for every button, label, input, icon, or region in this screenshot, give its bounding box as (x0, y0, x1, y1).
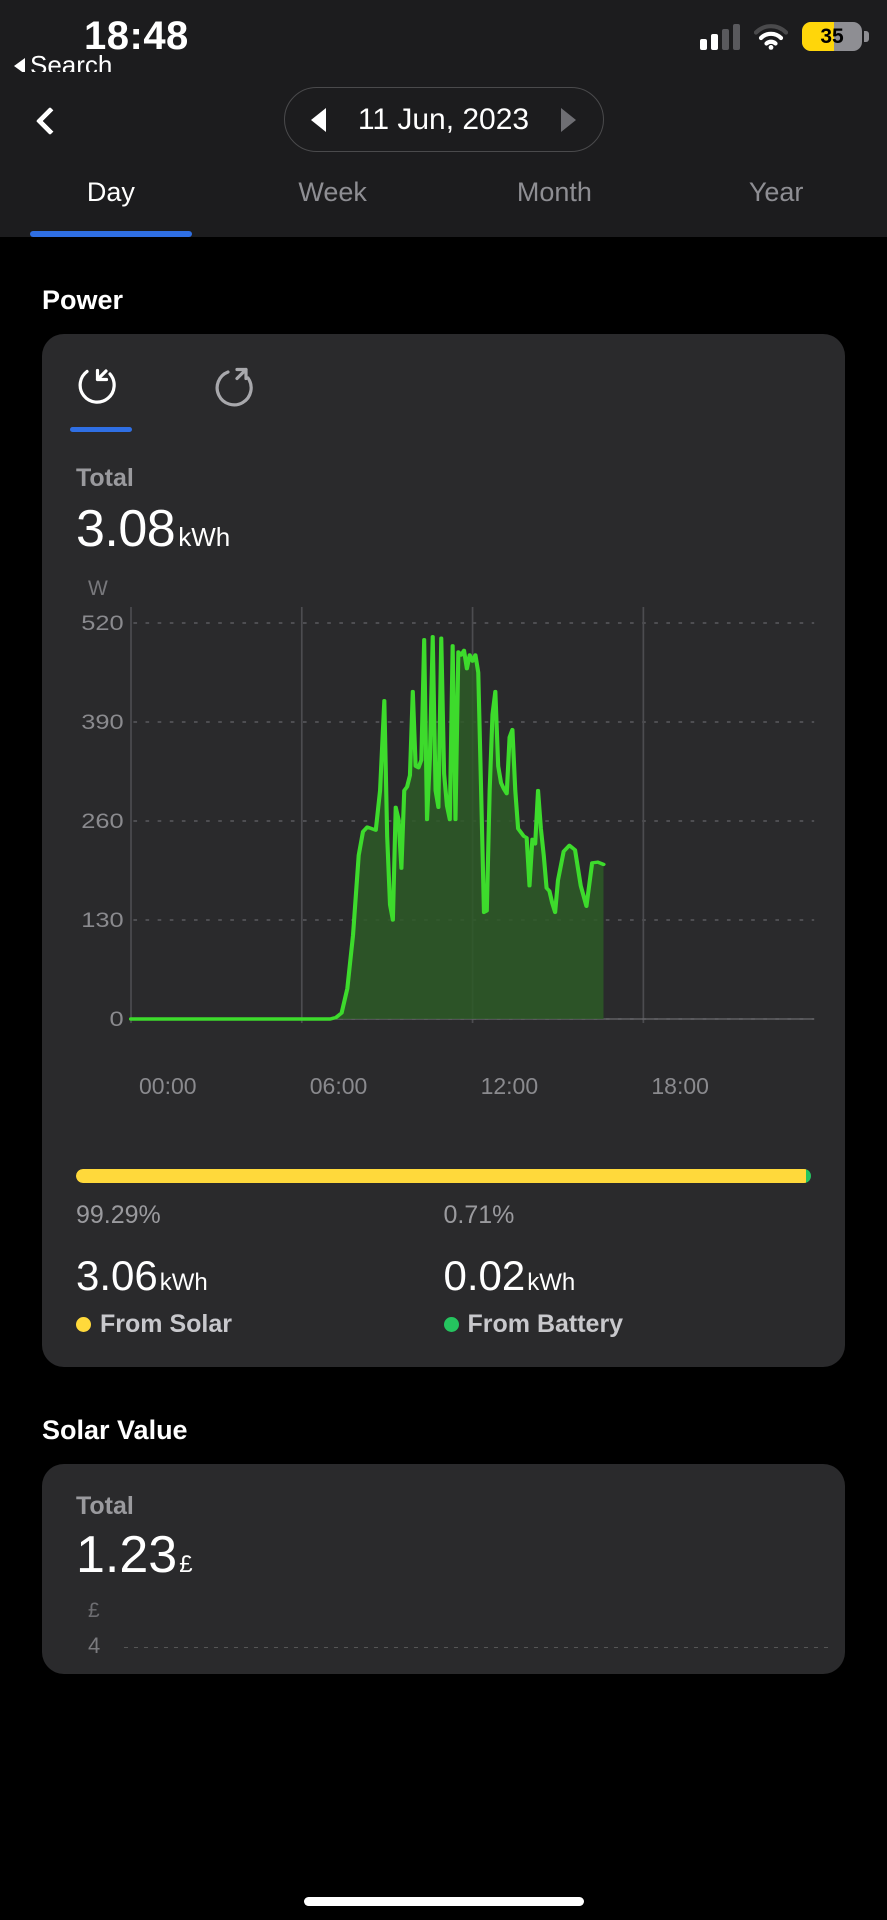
svg-text:130: 130 (81, 908, 123, 931)
chart-x-axis-labels: 00:00 06:00 12:00 18:00 (68, 1073, 819, 1113)
battery-legend-label: From Battery (467, 1310, 624, 1338)
wifi-icon (753, 23, 789, 50)
power-chart-container: W 0 130 260 390 520 00:00 06:00 12:00 18:00 (68, 577, 819, 1113)
chart-x-tick-3: 18:00 (651, 1073, 709, 1099)
tab-year[interactable]: Year (665, 172, 887, 237)
solar-legend-label: From Solar (100, 1310, 232, 1338)
chart-x-tick-2: 12:00 (480, 1073, 539, 1099)
solar-value-gridline (124, 1647, 829, 1648)
back-button[interactable] (28, 94, 72, 148)
battery-nub-icon (864, 31, 869, 42)
power-total-number: 3.08 (76, 500, 176, 558)
power-section-title: Power (42, 285, 124, 315)
battery-source-column: 0.02 kWh From Battery (443, 1252, 812, 1339)
status-bar: 18:48 Search 35 (0, 0, 887, 80)
rotate-arrow-in-icon (78, 368, 116, 404)
power-card: Total 3.08 kWh W 0 130 260 390 520 00:00 06:0… (42, 334, 845, 1367)
battery-legend: From Battery (443, 1310, 812, 1339)
tab-day[interactable]: Day (0, 172, 222, 237)
date-selector[interactable]: 11 Jun, 2023 (283, 87, 604, 152)
tab-consumption[interactable] (70, 364, 138, 432)
tab-month[interactable]: Month (444, 172, 666, 237)
chart-x-tick-1: 06:00 (309, 1073, 368, 1099)
navigation-bar: 11 Jun, 2023 (0, 72, 887, 172)
cellular-signal-icon (700, 23, 740, 50)
split-bar-solar (76, 1169, 806, 1183)
solar-legend: From Solar (76, 1310, 444, 1339)
battery-legend-dot (443, 1317, 459, 1332)
status-icons: 35 (700, 22, 869, 51)
solar-value-currency: £ (179, 1551, 193, 1578)
period-tabs: Day Week Month Year (0, 172, 887, 237)
tab-day-label: Day (86, 177, 135, 207)
source-percent-row: 99.29% 0.71% (68, 1201, 819, 1230)
flow-direction-tabs (68, 364, 819, 432)
selected-date: 11 Jun, 2023 (357, 102, 530, 136)
solar-value-total-label: Total (76, 1492, 134, 1520)
chart-y-axis-unit: W (88, 577, 108, 600)
solar-value-total: 1.23 £ (68, 1525, 819, 1585)
solar-source-column: 3.06 kWh From Solar (76, 1252, 444, 1339)
chart-x-tick-0: 00:00 (138, 1073, 197, 1099)
power-total-label: Total (76, 464, 134, 492)
tab-week-label: Week (298, 177, 367, 207)
next-day-button[interactable] (561, 107, 577, 132)
solar-value-number: 3.06 (76, 1252, 158, 1299)
solar-value-axis-unit: £ (88, 1599, 100, 1622)
battery-value-unit: kWh (527, 1269, 576, 1296)
split-bar-battery (805, 1169, 811, 1183)
previous-day-button[interactable] (310, 107, 326, 132)
tab-week[interactable]: Week (222, 172, 444, 237)
battery-icon: 35 (802, 22, 862, 51)
solar-legend-dot (76, 1317, 91, 1332)
solar-value-number: 1.23 (76, 1526, 178, 1584)
tab-month-label: Month (516, 177, 592, 207)
battery-value: 0.02 kWh (444, 1252, 812, 1300)
battery-percent: 35 (820, 25, 844, 48)
solar-value-unit: kWh (159, 1269, 208, 1296)
solar-value-axis-tick-row: 4 (68, 1633, 829, 1659)
svg-text:390: 390 (81, 710, 123, 733)
battery-value-number: 0.02 (443, 1252, 526, 1299)
solar-value: 3.06 kWh (76, 1252, 444, 1300)
svg-text:0: 0 (110, 1007, 124, 1030)
svg-text:260: 260 (81, 809, 123, 832)
power-total-unit: kWh (178, 522, 231, 552)
tab-active-underline (29, 231, 192, 237)
solar-value-section-title: Solar Value (42, 1415, 188, 1445)
power-total-value: 3.08 kWh (68, 499, 819, 559)
home-indicator (303, 1897, 584, 1906)
solar-percent: 99.29% (76, 1201, 161, 1229)
power-chart[interactable]: 0 130 260 390 520 (68, 601, 819, 1071)
flow-tab-active-underline (70, 427, 132, 432)
source-split-bar (76, 1169, 811, 1183)
solar-value-axis-tick: 4 (88, 1633, 101, 1658)
tab-export[interactable] (212, 364, 274, 410)
rotate-arrow-out-icon (215, 367, 253, 407)
chevron-left-icon (35, 106, 65, 136)
page-content: Power Total 3.08 kWh W 0 130 260 390 520… (0, 285, 887, 1674)
battery-percent-value: 0.71% (443, 1201, 515, 1229)
app-screen: 18:48 Search 35 11 Jun, 2023 Day Week Mo… (0, 0, 887, 1920)
source-value-row: 3.06 kWh From Solar 0.02 kWh From Batter… (68, 1252, 819, 1339)
solar-value-card: Total 1.23 £ £ 4 (42, 1464, 845, 1674)
svg-text:520: 520 (81, 611, 123, 634)
tab-year-label: Year (748, 177, 804, 207)
